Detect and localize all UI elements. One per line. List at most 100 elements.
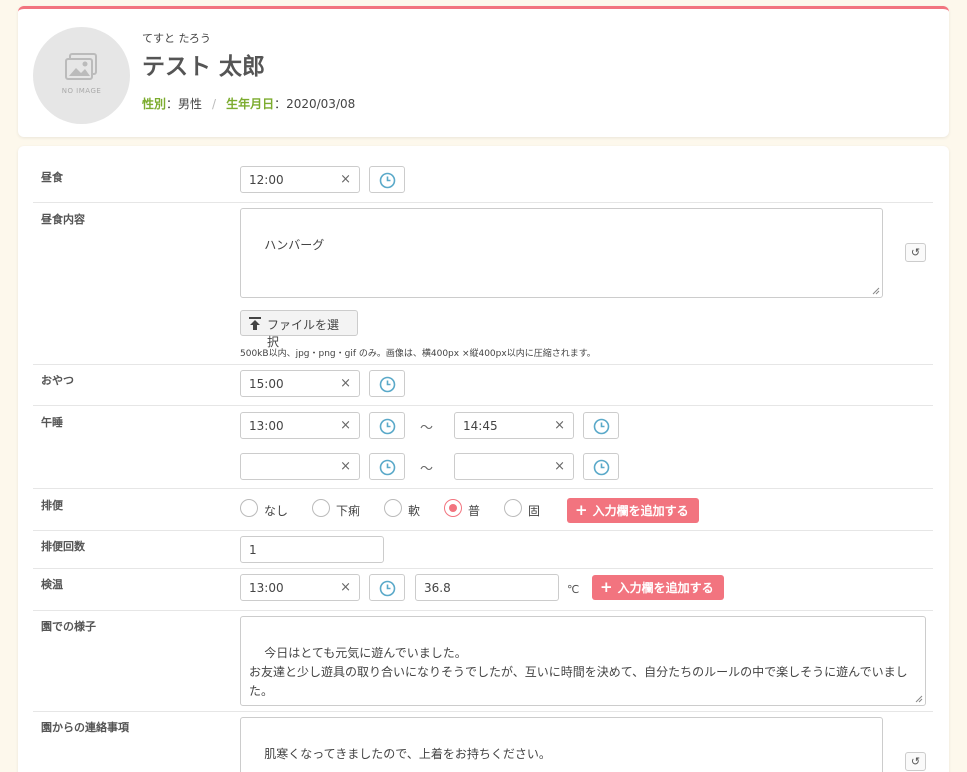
nap-end-value-1: 14:45: [463, 419, 498, 433]
child-name-kana: てすと たろう: [142, 32, 211, 45]
file-select-button[interactable]: ファイルを選択: [240, 310, 358, 349]
row-divider: [33, 568, 933, 569]
clock-icon: [379, 172, 396, 189]
meta-separator: /: [212, 97, 217, 111]
temperature-time-value: 13:00: [249, 581, 284, 595]
range-tilde: ～: [420, 462, 434, 477]
range-tilde: ～: [420, 421, 434, 436]
temperature-label: 検温: [41, 578, 63, 591]
nursery-notice-text: 肌寒くなってきましたので、上着をお持ちください。: [264, 747, 551, 761]
lunch-content-textarea[interactable]: ハンバーグ: [240, 208, 883, 298]
row-divider: [33, 488, 933, 489]
nap-start-clock-button-1[interactable]: [369, 412, 405, 439]
snack-clock-button[interactable]: [369, 370, 405, 397]
nursery-notice-label: 園からの連絡事項: [41, 721, 129, 734]
reset-icon[interactable]: ↺: [905, 243, 926, 262]
bowel-option-label: 普: [468, 504, 481, 518]
upload-icon: [249, 317, 261, 330]
bowel-option-label: 下痢: [336, 504, 361, 518]
nursery-status-textarea[interactable]: 今日はとても元気に遊んでいました。 お友達と少し遊具の取り合いになりそうでしたが…: [240, 616, 926, 706]
row-divider: [33, 711, 933, 712]
profile-card: NO IMAGE てすと たろう テスト 太郎 性別：男性 / 生年月日：2020/…: [18, 6, 949, 137]
nursery-status-label: 園での様子: [41, 620, 96, 633]
row-divider: [33, 364, 933, 365]
nap-start-clock-button-2[interactable]: [369, 453, 405, 480]
nap-start-input-1[interactable]: 13:00 ×: [240, 412, 360, 439]
gender-value: ：男性: [166, 97, 203, 111]
radio-circle[interactable]: [312, 499, 330, 517]
nap-start-input-2[interactable]: ×: [240, 453, 360, 480]
nap-label: 午睡: [41, 416, 63, 429]
radio-circle-selected[interactable]: [444, 499, 462, 517]
resize-grip-icon[interactable]: [915, 695, 923, 703]
nap-end-clock-button-1[interactable]: [583, 412, 619, 439]
radio-circle[interactable]: [384, 499, 402, 517]
temperature-clock-button[interactable]: [369, 574, 405, 601]
add-field-label: 入力欄を追加する: [617, 581, 714, 595]
bowel-count-value: 1: [249, 543, 257, 557]
clock-icon: [593, 459, 610, 476]
birthdate-value: ：2020/03/08: [274, 97, 356, 111]
temperature-time-input[interactable]: 13:00 ×: [240, 574, 360, 601]
profile-meta: 性別：男性 / 生年月日：2020/03/08: [142, 95, 355, 112]
file-note: 500kB以内、jpg・png・gif のみ。画像は、横400px ×縦400p…: [240, 349, 596, 359]
clock-icon: [379, 376, 396, 393]
lunch-label: 昼食: [41, 171, 63, 184]
clock-icon: [379, 418, 396, 435]
birthdate-label: 生年月日: [226, 97, 275, 111]
plus-icon: +: [575, 501, 588, 519]
child-name: テスト 太郎: [142, 54, 266, 80]
radio-circle[interactable]: [504, 499, 522, 517]
nap-start-value-1: 13:00: [249, 419, 284, 433]
plus-icon: +: [600, 578, 613, 596]
row-divider: [33, 202, 933, 203]
clear-icon[interactable]: ×: [340, 580, 351, 595]
temperature-value: 36.8: [424, 581, 451, 595]
lunch-time-value: 12:00: [249, 173, 284, 187]
radio-circle[interactable]: [240, 499, 258, 517]
reset-icon[interactable]: ↺: [905, 752, 926, 771]
clear-icon[interactable]: ×: [340, 172, 351, 187]
bowel-option-label: 固: [528, 504, 541, 518]
bowel-label: 排便: [41, 499, 63, 512]
nap-end-input-2[interactable]: ×: [454, 453, 574, 480]
resize-grip-icon[interactable]: [872, 287, 880, 295]
lunch-content-label: 昼食内容: [41, 213, 85, 226]
bowel-count-input[interactable]: 1: [240, 536, 384, 563]
bowel-option-label: なし: [264, 504, 289, 518]
lunch-content-text: ハンバーグ: [264, 238, 325, 252]
file-select-label: ファイルを選択: [267, 318, 340, 349]
image-placeholder-icon: [65, 53, 97, 80]
row-divider: [33, 530, 933, 531]
bowel-add-field-button[interactable]: + 入力欄を追加する: [567, 498, 699, 523]
snack-label: おやつ: [41, 374, 74, 387]
nursery-notice-textarea[interactable]: 肌寒くなってきましたので、上着をお持ちください。: [240, 717, 883, 772]
clear-icon[interactable]: ×: [554, 459, 565, 474]
clear-icon[interactable]: ×: [340, 459, 351, 474]
clear-icon[interactable]: ×: [340, 418, 351, 433]
row-divider: [33, 405, 933, 406]
row-divider: [33, 610, 933, 611]
nap-end-input-1[interactable]: 14:45 ×: [454, 412, 574, 439]
lunch-time-input[interactable]: 12:00 ×: [240, 166, 360, 193]
temperature-value-input[interactable]: 36.8: [415, 574, 559, 601]
bowel-option-label: 軟: [408, 504, 421, 518]
lunch-clock-button[interactable]: [369, 166, 405, 193]
contact-form: 昼食 12:00 × 昼食内容 ハンバーグ ↺ ファイルを選択 500kB以内、…: [18, 146, 949, 772]
snack-time-value: 15:00: [249, 377, 284, 391]
clear-icon[interactable]: ×: [340, 376, 351, 391]
bowel-count-label: 排便回数: [41, 540, 85, 553]
gender-label: 性別: [142, 97, 167, 111]
nap-end-clock-button-2[interactable]: [583, 453, 619, 480]
clear-icon[interactable]: ×: [554, 418, 565, 433]
add-field-label: 入力欄を追加する: [592, 504, 689, 518]
snack-time-input[interactable]: 15:00 ×: [240, 370, 360, 397]
clock-icon: [379, 580, 396, 597]
clock-icon: [593, 418, 610, 435]
avatar: NO IMAGE: [33, 27, 130, 124]
temperature-add-field-button[interactable]: + 入力欄を追加する: [592, 575, 724, 600]
nursery-status-text: 今日はとても元気に遊んでいました。 お友達と少し遊具の取り合いになりそうでしたが…: [249, 646, 908, 698]
clock-icon: [379, 459, 396, 476]
no-image-text: NO IMAGE: [61, 87, 102, 95]
temperature-unit: ℃: [567, 583, 580, 596]
